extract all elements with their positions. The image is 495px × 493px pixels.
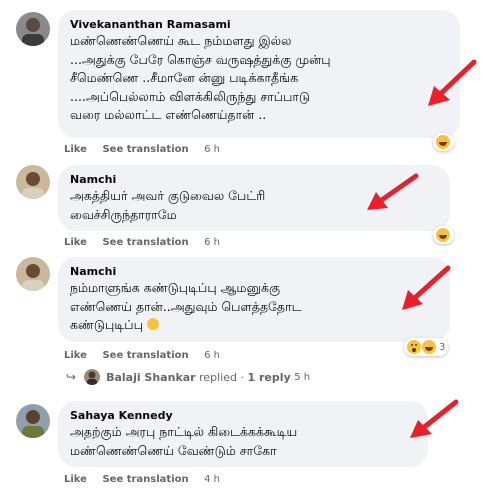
see-translation-link[interactable]: See translation (102, 144, 188, 155)
comment-bubble: Vivekananthan Ramasami மண்ணெண்ணெய் கூட ந… (58, 10, 460, 138)
comment-text: அதற்கும் அரபு நாட்டில் கிடைக்கக்கூடிய மண… (70, 424, 298, 458)
comment-text: நம்மாளுங்க கண்டுபுடிப்பு ஆமனுக்கு எண்ணெய… (70, 280, 302, 332)
reaction-count: 3 (439, 341, 446, 353)
red-arrow-icon (428, 59, 477, 106)
red-arrow-icon (402, 265, 451, 310)
comment-actions: Like See translation 4 h (64, 474, 232, 485)
avatar[interactable] (16, 165, 50, 199)
comment-actions: Like See translation 6 h (64, 237, 232, 248)
comment-bubble: Namchi நம்மாளுங்க கண்டுபுடிப்பு ஆமனுக்கு… (58, 257, 450, 342)
haha-icon (422, 340, 436, 354)
reply-author: Balaji Shankar (106, 370, 196, 384)
like-button[interactable]: Like (64, 237, 87, 248)
timestamp[interactable]: 6 h (204, 144, 220, 155)
haha-icon (436, 135, 450, 149)
view-replies-link[interactable]: ↪ Balaji Shankar replied · 1 reply 5 h (66, 369, 310, 385)
avatar (84, 369, 101, 385)
haha-icon (436, 228, 450, 242)
comment-author[interactable]: Vivekananthan Ramasami (70, 17, 448, 32)
timestamp[interactable]: 6 h (204, 350, 220, 361)
like-button[interactable]: Like (64, 474, 87, 485)
comment-author[interactable]: Namchi (70, 264, 438, 279)
like-button[interactable]: Like (64, 350, 87, 361)
reaction-badge[interactable] (433, 226, 454, 244)
red-arrow-icon (410, 399, 459, 438)
comment-text: மண்ணெண்ணெய் கூட நம்மளது இல்ல ...அதுக்கு … (70, 33, 331, 122)
comment-actions: Like See translation 6 h (64, 350, 232, 361)
see-translation-link[interactable]: See translation (102, 237, 188, 248)
comment-author[interactable]: Sahaya Kennedy (70, 408, 416, 423)
reply-time: 5 h (294, 371, 311, 383)
avatar[interactable] (16, 257, 50, 291)
rofl-emoji-icon (146, 318, 159, 330)
see-translation-link[interactable]: See translation (102, 350, 188, 361)
reply-count: 1 reply (247, 370, 291, 384)
reaction-badge[interactable] (433, 133, 454, 151)
see-translation-link[interactable]: See translation (102, 474, 188, 485)
timestamp[interactable]: 6 h (204, 237, 220, 248)
comment-bubble: Sahaya Kennedy அதற்கும் அரபு நாட்டில் கி… (58, 401, 428, 467)
red-arrow-icon (367, 173, 419, 210)
timestamp[interactable]: 4 h (204, 474, 220, 485)
reaction-badge[interactable]: 3 (404, 338, 449, 356)
wow-icon (407, 340, 421, 354)
like-button[interactable]: Like (64, 144, 87, 155)
comment-actions: Like See translation 6 h (64, 144, 232, 155)
avatar[interactable] (16, 404, 50, 438)
avatar[interactable] (16, 12, 50, 46)
reply-arrow-icon: ↪ (66, 370, 77, 384)
